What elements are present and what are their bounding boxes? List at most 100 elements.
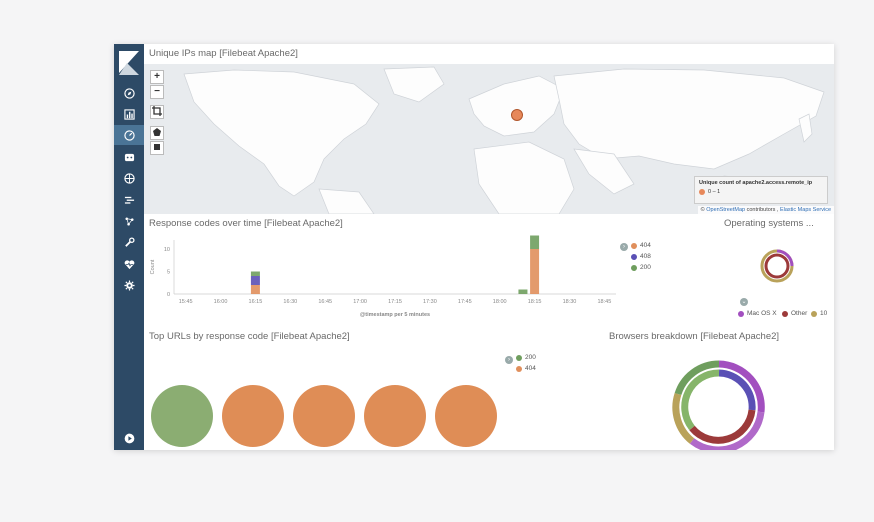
os-ring-other[interactable] [764,253,790,279]
x-tick-label: 17:15 [388,299,402,305]
browser-ring-inner-2[interactable] [689,409,756,444]
urls-panel-title: Top URLs by response code [Filebeat Apac… [149,331,350,342]
map-legend: Unique count of apache2.access.remote_ip… [694,176,828,204]
x-tick-label: 17:00 [353,299,367,305]
os-legend-label-other: Other [791,310,808,317]
bar-segment-408[interactable] [250,276,260,285]
url-circle-404[interactable] [222,385,284,447]
x-tick-label: 18:00 [493,299,507,305]
top-urls-chart[interactable] [150,382,510,448]
ip-marker[interactable] [511,109,523,121]
os-legend-10[interactable]: 10 [811,310,827,317]
os-donut-chart[interactable] [758,247,796,285]
zoom-in-button[interactable]: + [150,70,164,84]
os-legend-label-macos: Mac OS X [747,310,777,317]
os-legend-macos[interactable]: Mac OS X [738,310,777,317]
urls-legend-200[interactable]: 200 [516,354,536,361]
legend-dot-408 [631,253,637,260]
canvas-icon[interactable] [114,147,144,167]
browser-ring-inner-3[interactable] [681,369,720,431]
map-legend-range: 0 – 1 [708,189,721,195]
legend-label-408: 408 [640,253,651,260]
y-tick-label: 5 [167,270,170,276]
dashboard-icon[interactable] [114,125,144,145]
os-legend-dot-other [782,310,788,317]
legend-label-404: 404 [640,242,651,249]
sidebar [114,44,144,450]
response-panel-title: Response codes over time [Filebeat Apach… [149,218,343,229]
os-panel-title: Operating systems ... [724,218,814,229]
play-icon[interactable] [114,428,144,448]
x-tick-label: 16:30 [283,299,297,305]
urls-legend-label-200: 200 [525,354,536,361]
polygon-icon [153,128,161,136]
browsers-panel-title: Browsers breakdown [Filebeat Apache2] [609,331,780,342]
bar-segment-404[interactable] [250,285,260,294]
x-tick-label: 17:45 [458,299,472,305]
crop-icon [152,106,162,116]
urls-legend-label-404: 404 [525,365,536,372]
url-circle-200[interactable] [151,385,213,447]
os-legend-toggle-icon[interactable]: ⌄ [740,298,748,306]
map-legend-title: Unique count of apache2.access.remote_ip [699,180,813,186]
osm-link[interactable]: OpenStreetMap [706,207,745,213]
urls-legend-404[interactable]: 404 [516,365,536,372]
browsers-donut-chart[interactable] [672,360,766,450]
bar-segment-200[interactable] [518,289,528,295]
maps-icon[interactable] [114,168,144,188]
x-tick-label: 16:45 [318,299,332,305]
url-circle-404[interactable] [364,385,426,447]
bar-segment-404[interactable] [530,249,540,294]
rectangle-icon [154,144,160,150]
x-tick-label: 16:00 [214,299,228,305]
visualize-icon[interactable] [114,104,144,124]
dashboard-frame: Unique IPs map [Filebeat Apache2] + − Un… [114,44,834,450]
bar-segment-200[interactable] [250,271,260,277]
legend-item-408[interactable]: 408 [631,253,651,260]
zoom-out-button[interactable]: − [150,85,164,99]
legend-dot-404 [631,242,637,249]
y-tick-label: 0 [167,292,170,298]
urls-legend-toggle-icon[interactable]: › [505,356,513,364]
draw-rectangle-button[interactable] [150,141,164,155]
map-attribution: © OpenStreetMap contributors , Elastic M… [697,206,834,214]
dev-tools-icon[interactable] [114,232,144,252]
management-icon[interactable] [114,275,144,295]
os-legend-dot-10 [811,310,817,317]
kibana-logo[interactable] [119,51,139,75]
x-tick-label: 18:45 [597,299,611,305]
x-tick-label: 18:30 [563,299,577,305]
y-axis-label: Count [150,259,156,274]
logs-icon[interactable] [114,190,144,210]
legend-label-200: 200 [640,264,651,271]
legend-item-200[interactable]: 200 [631,264,651,271]
legend-dot-200 [631,264,637,271]
x-tick-label: 18:15 [528,299,542,305]
discover-icon[interactable] [114,83,144,103]
attribution-mid: contributors , [745,207,780,213]
os-legend-other[interactable]: Other [782,310,807,317]
map-panel-title: Unique IPs map [Filebeat Apache2] [149,48,298,59]
os-legend-dot-macos [738,310,744,317]
legend-swatch [699,189,705,195]
monitoring-icon[interactable] [114,254,144,274]
ip-map[interactable]: + − Unique count of apache2.access.remot… [144,64,834,214]
url-circle-404[interactable] [293,385,355,447]
os-legend-label-10: 10 [820,310,828,317]
x-tick-label: 17:30 [423,299,437,305]
draw-polygon-button[interactable] [150,126,164,140]
bar-segment-200[interactable] [530,235,540,250]
fit-bounds-button[interactable] [150,105,164,119]
legend-toggle-chevron-icon[interactable]: › [620,243,628,251]
urls-legend-dot-404 [516,365,522,372]
x-axis-label: @timestamp per 5 minutes [360,312,430,318]
x-tick-label: 15:45 [179,299,193,305]
url-circle-404[interactable] [435,385,497,447]
x-tick-label: 16:15 [249,299,263,305]
ems-link[interactable]: Elastic Maps Service [780,207,831,213]
urls-legend-dot-200 [516,354,522,361]
legend-item-404[interactable]: 404 [631,242,651,249]
y-tick-label: 10 [164,247,170,253]
apm-icon[interactable] [114,211,144,231]
response-codes-chart[interactable]: 0 5 10 15:45 16:00 16:15 16:30 16:45 17:00 17:15 1… [144,232,624,324]
